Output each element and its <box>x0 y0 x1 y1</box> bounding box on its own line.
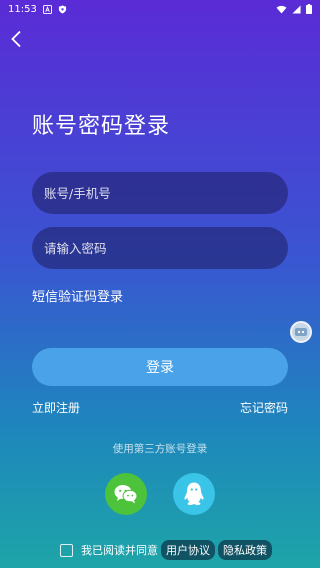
register-link[interactable]: 立即注册 <box>32 399 80 416</box>
assistant-icon <box>295 328 307 336</box>
back-button[interactable] <box>6 28 26 50</box>
agreement-checkbox[interactable] <box>60 543 73 557</box>
signal-icon <box>292 4 301 14</box>
wechat-login-button[interactable] <box>105 473 147 515</box>
account-input[interactable] <box>32 172 288 214</box>
shield-icon <box>58 4 66 14</box>
battery-icon <box>306 4 312 14</box>
status-left: 11:53 <box>8 4 67 15</box>
floating-assistant-avatar[interactable] <box>290 321 312 343</box>
wifi-icon <box>276 5 287 14</box>
sms-login-link[interactable]: 短信验证码登录 <box>32 286 123 305</box>
third-party-login-label: 使用第三方账号登录 <box>112 443 208 455</box>
wechat-icon <box>114 485 138 504</box>
agreement-prefix: 我已阅读并同意 <box>81 544 158 557</box>
agreement-row: 我已阅读并同意 用户协议 隐私政策 <box>60 540 272 560</box>
status-time: 11:53 <box>8 3 37 15</box>
privacy-policy-link[interactable]: 隐私政策 <box>218 540 272 560</box>
chevron-left-icon <box>11 30 21 48</box>
forgot-password-link[interactable]: 忘记密码 <box>240 399 288 416</box>
page-title: 账号密码登录 <box>32 114 171 139</box>
login-button[interactable]: 登录 <box>32 348 288 386</box>
status-bar: 11:53 <box>0 0 320 18</box>
qq-icon <box>184 482 204 506</box>
user-agreement-link[interactable]: 用户协议 <box>161 540 215 560</box>
password-input[interactable] <box>32 227 288 269</box>
notification-a-icon <box>42 4 52 14</box>
status-right <box>276 4 312 14</box>
qq-login-button[interactable] <box>173 473 215 515</box>
